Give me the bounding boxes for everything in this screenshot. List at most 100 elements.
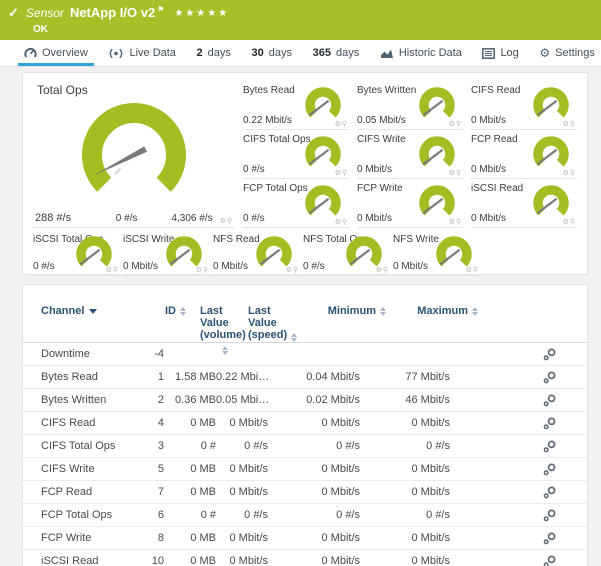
pin-icon[interactable]: ⚲ (473, 267, 479, 274)
channel-settings-wrench-icon[interactable] (543, 532, 556, 545)
tab-settings[interactable]: ⚙Settings (539, 40, 595, 66)
column-header-id[interactable]: ID (141, 305, 186, 317)
cell-minimum: 0 Mbit/s (268, 532, 360, 544)
tab-30-days[interactable]: 30 days (252, 40, 293, 66)
gear-icon[interactable]: ⚙ (220, 218, 227, 225)
tab-bar: Overview Live Data 2days 30 days 365days Histo… (0, 40, 601, 67)
gear-icon[interactable]: ⚙ (335, 170, 342, 177)
table-row-downtime[interactable]: Downtime-4 (23, 343, 587, 366)
pin-icon[interactable]: ⚲ (570, 121, 576, 128)
gauge-tile-iscsi-write[interactable]: iSCSI Write0 Mbit/s⚙⚲ (123, 230, 210, 276)
table-row-bytes-read[interactable]: Bytes Read11.58 MB0.22 Mbi…0.04 Mbit/s77… (23, 366, 587, 389)
cell-channel: FCP Total Ops (41, 509, 141, 521)
column-header-last-value-speed[interactable]: Last Value (speed) (244, 305, 300, 342)
channel-settings-wrench-icon[interactable] (543, 555, 556, 566)
gear-icon[interactable]: ⚙ (196, 267, 203, 274)
channel-table: Channel ID Last Value (volume) Last Valu… (22, 284, 588, 566)
gauge-tile-nfs-total-ops[interactable]: NFS Total Ops0 #/s⚙⚲ (303, 230, 390, 276)
table-row-fcp-total-ops[interactable]: FCP Total Ops60 #0 #/s0 #/s0 #/s (23, 504, 587, 527)
column-header-maximum[interactable]: Maximum (386, 305, 478, 317)
tab-label-number: 30 (252, 47, 264, 59)
channel-gauge-value: 0 Mbit/s (471, 164, 506, 175)
gauge-tile-fcp-write[interactable]: FCP Write0 Mbit/s⚙⚲ (357, 179, 463, 228)
gauge-tile-cifs-write[interactable]: CIFS Write0 Mbit/s⚙⚲ (357, 130, 463, 179)
gear-icon[interactable]: ⚙ (286, 267, 293, 274)
column-header-minimum[interactable]: Minimum (300, 305, 386, 317)
tab-365-days[interactable]: 365days (313, 40, 360, 66)
gauge-tile-nfs-read[interactable]: NFS Read0 Mbit/s⚙⚲ (213, 230, 300, 276)
pin-icon[interactable]: ⚲ (456, 121, 462, 128)
cell-minimum: 0 #/s (268, 509, 360, 521)
table-row-cifs-read[interactable]: CIFS Read40 MB0 Mbit/s0 Mbit/s0 Mbit/s (23, 412, 587, 435)
cell-maximum: 0 Mbit/s (360, 486, 450, 498)
pin-icon[interactable]: ⚲ (342, 121, 348, 128)
tab-live-data[interactable]: Live Data (108, 40, 175, 66)
pin-icon[interactable]: ⚲ (456, 170, 462, 177)
table-row-cifs-write[interactable]: CIFS Write50 MB0 Mbit/s0 Mbit/s0 Mbit/s (23, 458, 587, 481)
overview-gauge-icon (24, 47, 37, 59)
tab-historic-data[interactable]: Historic Data (380, 40, 462, 66)
main-gauge[interactable] (33, 97, 235, 209)
tab-log[interactable]: Log (482, 40, 518, 66)
pin-icon[interactable]: ⚲ (203, 267, 209, 274)
sort-icon (472, 307, 478, 316)
table-row-fcp-read[interactable]: FCP Read70 MB0 Mbit/s0 Mbit/s0 Mbit/s (23, 481, 587, 504)
status-badge: OK (33, 24, 48, 35)
cell-channel: FCP Read (41, 486, 141, 498)
column-header-last-value-volume[interactable]: Last Value (volume) (186, 305, 244, 355)
table-row-fcp-write[interactable]: FCP Write80 MB0 Mbit/s0 Mbit/s0 Mbit/s (23, 527, 587, 550)
gear-icon[interactable]: ⚙ (563, 219, 570, 226)
gauge-tile-iscsi-read[interactable]: iSCSI Read0 Mbit/s⚙⚲ (471, 179, 577, 228)
pin-icon[interactable]: ⚲ (342, 219, 348, 226)
gauge-tile-cifs-read[interactable]: CIFS Read0 Mbit/s⚙⚲ (471, 81, 577, 130)
table-row-bytes-written[interactable]: Bytes Written20.36 MB0.05 Mbi…0.02 Mbit/… (23, 389, 587, 412)
gauge-tile-bytes-read[interactable]: Bytes Read0.22 Mbit/s⚙⚲ (243, 81, 349, 130)
channel-settings-wrench-icon[interactable] (543, 348, 556, 361)
cell-id: 3 (141, 440, 164, 452)
cell-last-value-volume: 1.58 MB (164, 371, 216, 383)
tab-2-days[interactable]: 2days (197, 40, 231, 66)
channel-settings-wrench-icon[interactable] (543, 371, 556, 384)
gear-icon[interactable]: ⚙ (449, 170, 456, 177)
gauge-tile-iscsi-total-ops[interactable]: iSCSI Total Ops0 #/s⚙⚲ (33, 230, 120, 276)
flag-icon[interactable]: ⚑ (157, 5, 164, 14)
gear-icon[interactable]: ⚙ (376, 267, 383, 274)
column-header-channel[interactable]: Channel (41, 305, 141, 317)
channel-settings-wrench-icon[interactable] (543, 509, 556, 522)
gear-icon[interactable]: ⚙ (449, 219, 456, 226)
cell-last-value-speed: 0 Mbit/s (216, 486, 268, 498)
gauge-tile-cifs-total-ops[interactable]: CIFS Total Ops0 #/s⚙⚲ (243, 130, 349, 179)
gauge-tile-nfs-write[interactable]: NFS Write0 Mbit/s⚙⚲ (393, 230, 480, 276)
pin-icon[interactable]: ⚲ (383, 267, 389, 274)
gear-icon[interactable]: ⚙ (335, 219, 342, 226)
pin-icon[interactable]: ⚲ (456, 219, 462, 226)
priority-stars[interactable]: ★★★★★ (174, 8, 229, 19)
channel-settings-wrench-icon[interactable] (543, 394, 556, 407)
channel-settings-wrench-icon[interactable] (543, 463, 556, 476)
gear-icon[interactable]: ⚙ (449, 121, 456, 128)
gauge-tile-bytes-written[interactable]: Bytes Written0.05 Mbit/s⚙⚲ (357, 81, 463, 130)
pin-icon[interactable]: ⚲ (227, 218, 233, 225)
gear-icon[interactable]: ⚙ (335, 121, 342, 128)
channel-gauge-value: 0 #/s (303, 261, 325, 272)
pin-icon[interactable]: ⚲ (293, 267, 299, 274)
gear-icon[interactable]: ⚙ (563, 121, 570, 128)
gear-icon[interactable]: ⚙ (563, 170, 570, 177)
channel-settings-wrench-icon[interactable] (543, 440, 556, 453)
pin-icon[interactable]: ⚲ (570, 170, 576, 177)
pin-icon[interactable]: ⚲ (570, 219, 576, 226)
table-row-cifs-total-ops[interactable]: CIFS Total Ops30 #0 #/s0 #/s0 #/s (23, 435, 587, 458)
channel-settings-wrench-icon[interactable] (543, 486, 556, 499)
gauge-tile-fcp-total-ops[interactable]: FCP Total Ops0 #/s⚙⚲ (243, 179, 349, 228)
tab-label: days (269, 47, 292, 59)
gauge-tile-fcp-read[interactable]: FCP Read0 Mbit/s⚙⚲ (471, 130, 577, 179)
tab-overview[interactable]: Overview (24, 40, 88, 66)
cell-maximum: 46 Mbit/s (360, 394, 450, 406)
pin-icon[interactable]: ⚲ (113, 267, 119, 274)
gear-icon[interactable]: ⚙ (466, 267, 473, 274)
pin-icon[interactable]: ⚲ (342, 170, 348, 177)
channel-settings-wrench-icon[interactable] (543, 417, 556, 430)
gear-icon[interactable]: ⚙ (106, 267, 113, 274)
main-gauge-dial[interactable] (49, 97, 219, 209)
table-row-iscsi-read[interactable]: iSCSI Read100 MB0 Mbit/s0 Mbit/s0 Mbit/s (23, 550, 587, 566)
